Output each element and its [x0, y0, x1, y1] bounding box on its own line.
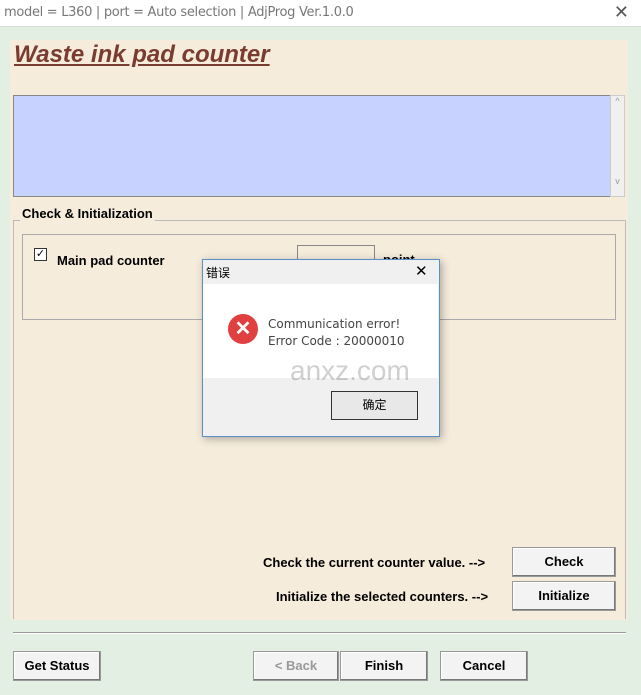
main-pad-label: Main pad counter — [57, 253, 165, 268]
cancel-button[interactable]: Cancel — [440, 651, 528, 681]
finish-button[interactable]: Finish — [340, 651, 428, 681]
scroll-down-icon[interactable]: v — [611, 176, 624, 186]
log-textarea[interactable] — [13, 95, 612, 197]
watermark: anxz.com — [290, 355, 410, 386]
dialog-title: 错误 — [206, 266, 231, 280]
dialog-close-icon[interactable]: ✕ — [415, 262, 428, 280]
log-scrollbar[interactable]: ^ v — [610, 95, 625, 197]
dialog-error-code: Error Code : 20000010 — [268, 334, 405, 348]
check-button[interactable]: Check — [512, 547, 616, 577]
page-title: Waste ink pad counter — [14, 41, 270, 68]
get-status-button[interactable]: Get Status — [13, 651, 101, 681]
dialog-message: Communication error! — [268, 317, 401, 331]
divider — [13, 632, 626, 634]
ok-button[interactable]: 确定 — [331, 391, 418, 420]
initialize-button[interactable]: Initialize — [512, 581, 616, 611]
init-hint: Initialize the selected counters. --> — [276, 589, 489, 604]
main-pad-checkbox[interactable]: ✓ — [34, 248, 47, 261]
window-title: model = L360 | port = Auto selection | A… — [4, 5, 354, 20]
back-button[interactable]: < Back — [253, 651, 339, 681]
close-icon[interactable]: ✕ — [614, 2, 629, 23]
check-hint: Check the current counter value. --> — [263, 555, 486, 570]
group-label: Check & Initialization — [20, 206, 155, 221]
scroll-up-icon[interactable]: ^ — [611, 96, 624, 106]
error-icon: ✕ — [228, 314, 258, 344]
